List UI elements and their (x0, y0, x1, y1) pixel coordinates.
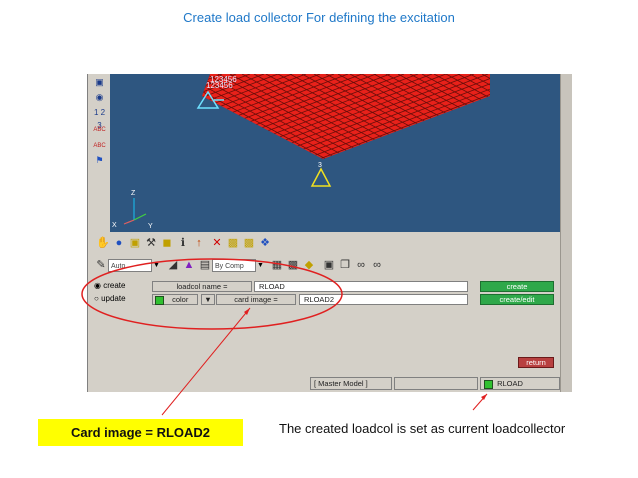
current-collector-note: The created loadcol is set as current lo… (279, 421, 566, 436)
annotation-layer (81, 258, 488, 416)
callout-arrow (161, 307, 251, 416)
highlight-ellipse (81, 258, 343, 330)
card-image-callout: Card image = RLOAD2 (38, 419, 243, 446)
